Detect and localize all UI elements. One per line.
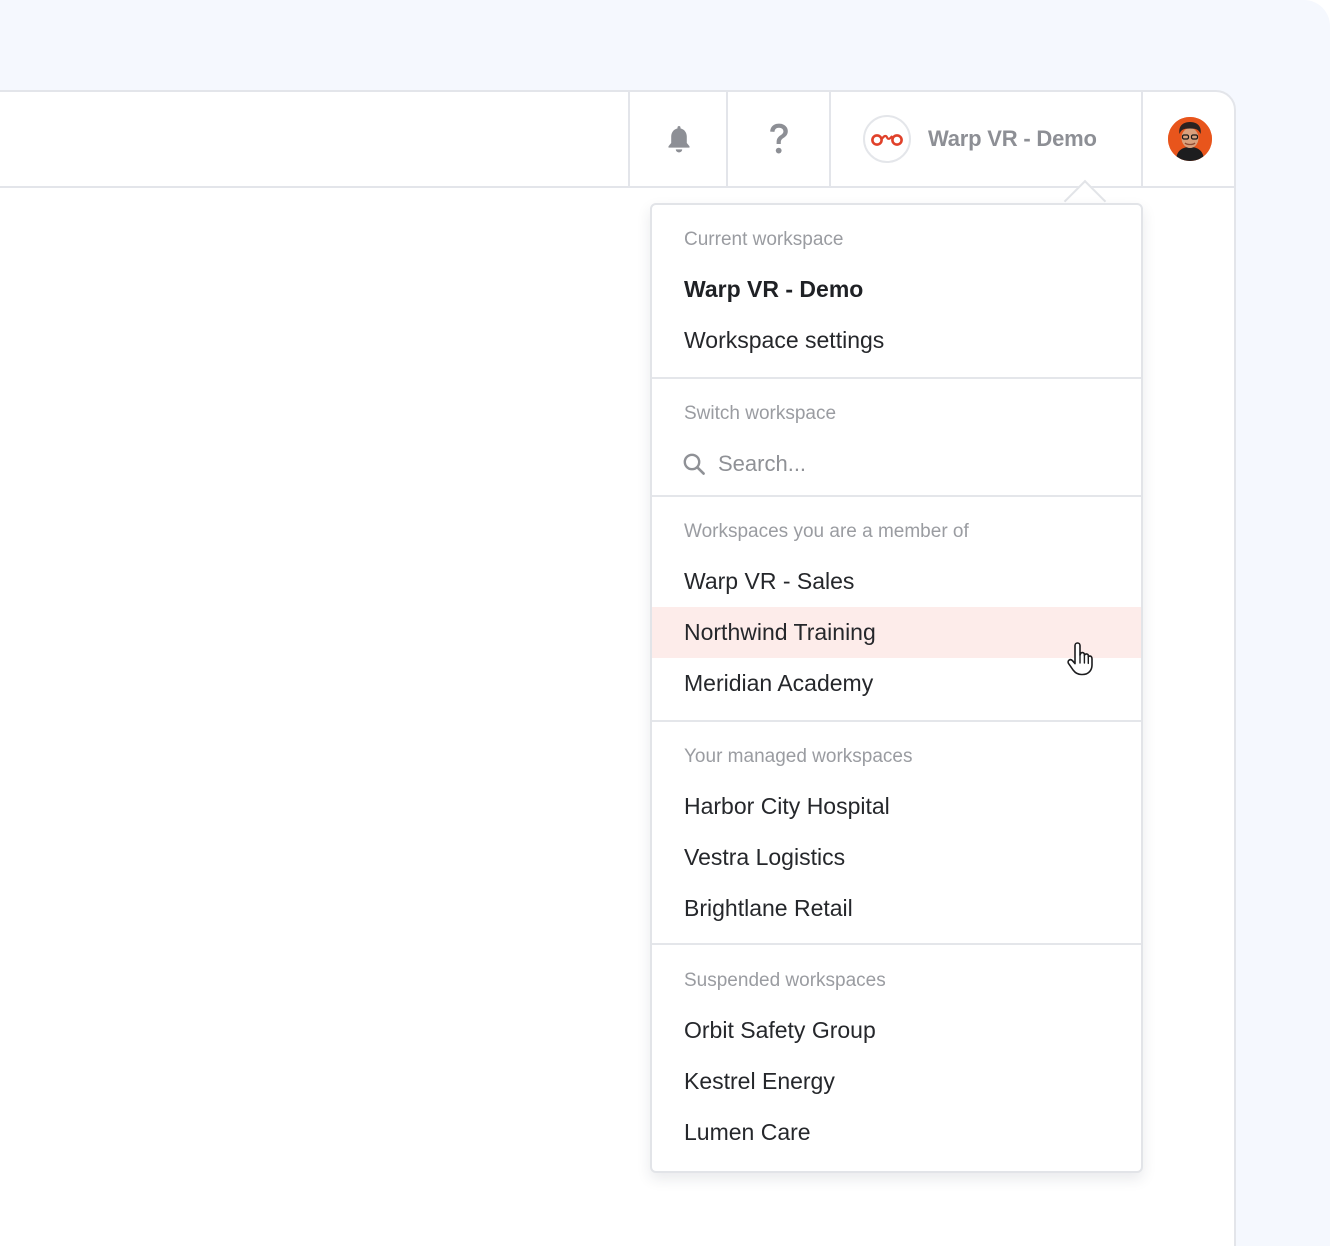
section-divider [652,720,1141,722]
current-workspace-item[interactable]: Warp VR - Demo [652,264,1141,315]
workspace-item[interactable]: Warp VR - Sales [652,556,1141,607]
current-workspace-label: Current workspace [684,229,844,250]
bell-icon [668,126,690,153]
workspace-item[interactable]: Orbit Safety Group [652,1005,1141,1056]
user-menu-button[interactable] [1141,92,1234,186]
notifications-button[interactable] [628,92,728,186]
help-button[interactable] [726,92,830,186]
workspace-item[interactable]: Brightlane Retail [652,883,1141,934]
search-icon [683,453,705,475]
section-divider [652,495,1141,497]
workspace-item[interactable]: Kestrel Energy [652,1056,1141,1107]
section-divider [652,377,1141,379]
workspace-item[interactable]: Harbor City Hospital [652,781,1141,832]
user-avatar [1167,117,1212,161]
workspace-switcher-button[interactable]: Warp VR - Demo [829,92,1142,186]
suspended-workspaces-label: Suspended workspaces [684,970,886,991]
top-bar: Warp VR - Demo [0,92,1234,188]
workspace-search-input[interactable] [718,451,1078,477]
pointer-hand-icon [1067,642,1093,676]
member-workspaces-label: Workspaces you are a member of [684,521,969,542]
current-workspace-name: Warp VR - Demo [928,126,1097,151]
workspace-item[interactable]: Vestra Logistics [652,832,1141,883]
workspace-search [652,439,1141,489]
managed-workspaces-label: Your managed workspaces [684,746,913,767]
workspace-item[interactable]: Lumen Care [652,1107,1141,1158]
switch-workspace-label: Switch workspace [684,403,837,424]
workspace-dropdown: Current workspace Warp VR - Demo Workspa… [650,203,1143,1173]
warp-vr-logo-icon [863,115,911,163]
question-mark-icon [770,123,788,154]
workspace-settings-link[interactable]: Workspace settings [652,315,1141,366]
section-divider [652,943,1141,945]
